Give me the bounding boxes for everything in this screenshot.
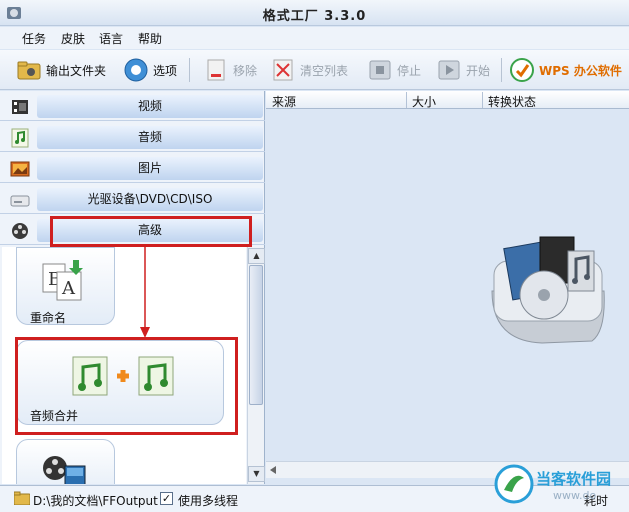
watermark-url: www.do: [553, 489, 597, 502]
menu-language[interactable]: 语言: [99, 30, 123, 47]
toolbar: 输出文件夹 选项 移除 清空列表 停止 开始 WPS 办公软件: [0, 50, 629, 90]
scroll-left-arrow[interactable]: [269, 466, 277, 474]
window-title: 格式工厂 3.3.0: [262, 9, 367, 24]
highlight-box-audio-merge: [15, 337, 238, 435]
annotation-arrow: [140, 247, 150, 338]
music-note-icon: [11, 128, 29, 148]
menu-bar: 任务 皮肤 语言 帮助: [0, 27, 629, 49]
clear-list-button[interactable]: 清空列表: [270, 56, 348, 84]
clear-list-label: 清空列表: [300, 63, 349, 78]
start-icon: [438, 60, 460, 80]
rename-tool[interactable]: B A 重命名: [16, 247, 115, 325]
output-folder-button[interactable]: 输出文件夹: [16, 56, 106, 84]
toolbar-divider: [189, 58, 190, 82]
tool-list-scrollbar[interactable]: ▲ ▼: [247, 247, 265, 484]
multithread-checkbox[interactable]: ✓: [160, 492, 173, 505]
menu-skin[interactable]: 皮肤: [61, 30, 85, 47]
output-path[interactable]: D:\我的文档\FFOutput: [33, 492, 158, 509]
wps-office-button[interactable]: WPS 办公软件: [509, 56, 622, 84]
start-label: 开始: [466, 63, 491, 78]
scroll-thumb[interactable]: [249, 265, 263, 405]
options-label: 选项: [153, 63, 178, 78]
remove-icon: [207, 59, 225, 81]
category-image-label: 图片: [37, 157, 263, 180]
film-reel-icon: [12, 223, 28, 239]
folder-icon[interactable]: [14, 491, 30, 505]
picture-icon: [10, 161, 30, 177]
rename-icon: B A: [42, 260, 83, 301]
column-status[interactable]: 转换状态: [488, 93, 536, 110]
scroll-up-arrow[interactable]: ▲: [248, 248, 265, 264]
film-icon: [12, 100, 28, 114]
remove-label: 移除: [233, 63, 258, 78]
category-audio-label: 音频: [37, 126, 263, 149]
start-button[interactable]: 开始: [436, 56, 490, 84]
watermark-site-name: 当客软件园: [536, 470, 612, 488]
column-divider[interactable]: [406, 92, 407, 108]
file-list-header: 来源 大小 转换状态: [266, 91, 629, 109]
video-merge-tool[interactable]: [16, 439, 115, 484]
stop-button[interactable]: 停止: [367, 56, 421, 84]
highlight-box-advanced: [50, 216, 252, 247]
stop-icon: [369, 60, 391, 80]
category-video-label: 视频: [37, 95, 263, 118]
options-button[interactable]: 选项: [123, 56, 177, 84]
rename-label: 重命名: [30, 311, 67, 325]
folder-icon: [17, 61, 41, 80]
gear-icon: [124, 58, 148, 82]
toolbar-divider: [501, 58, 502, 82]
category-audio[interactable]: 音频: [0, 123, 265, 152]
disc-drive-icon: [10, 195, 30, 207]
clear-list-icon: [273, 59, 293, 81]
file-list: 来源 大小 转换状态: [266, 91, 629, 484]
watermark-logo: [494, 464, 534, 504]
wps-logo-icon: [510, 58, 534, 82]
svg-text:A: A: [61, 278, 76, 299]
status-bar: D:\我的文档\FFOutput ✓ 使用多线程 耗时: [0, 485, 629, 512]
multithread-label: 使用多线程: [178, 494, 239, 508]
video-merge-icon: [43, 456, 86, 484]
category-dvd-label: 光驱设备\DVD\CD\ISO: [37, 188, 263, 211]
stop-label: 停止: [397, 63, 422, 78]
wps-office-label: WPS 办公软件: [539, 63, 622, 78]
title-bar: 格式工厂 3.3.0: [0, 0, 629, 26]
menu-help[interactable]: 帮助: [138, 30, 162, 47]
column-divider[interactable]: [482, 92, 483, 108]
remove-button[interactable]: 移除: [203, 56, 257, 84]
output-folder-label: 输出文件夹: [46, 63, 107, 78]
category-dvd[interactable]: 光驱设备\DVD\CD\ISO: [0, 185, 265, 214]
column-source[interactable]: 来源: [272, 93, 296, 110]
menu-task[interactable]: 任务: [22, 30, 46, 47]
scroll-down-arrow[interactable]: ▼: [248, 466, 265, 482]
category-video[interactable]: 视频: [0, 92, 265, 121]
format-factory-logo: [491, 236, 605, 344]
column-size[interactable]: 大小: [412, 93, 436, 110]
category-image[interactable]: 图片: [0, 154, 265, 183]
